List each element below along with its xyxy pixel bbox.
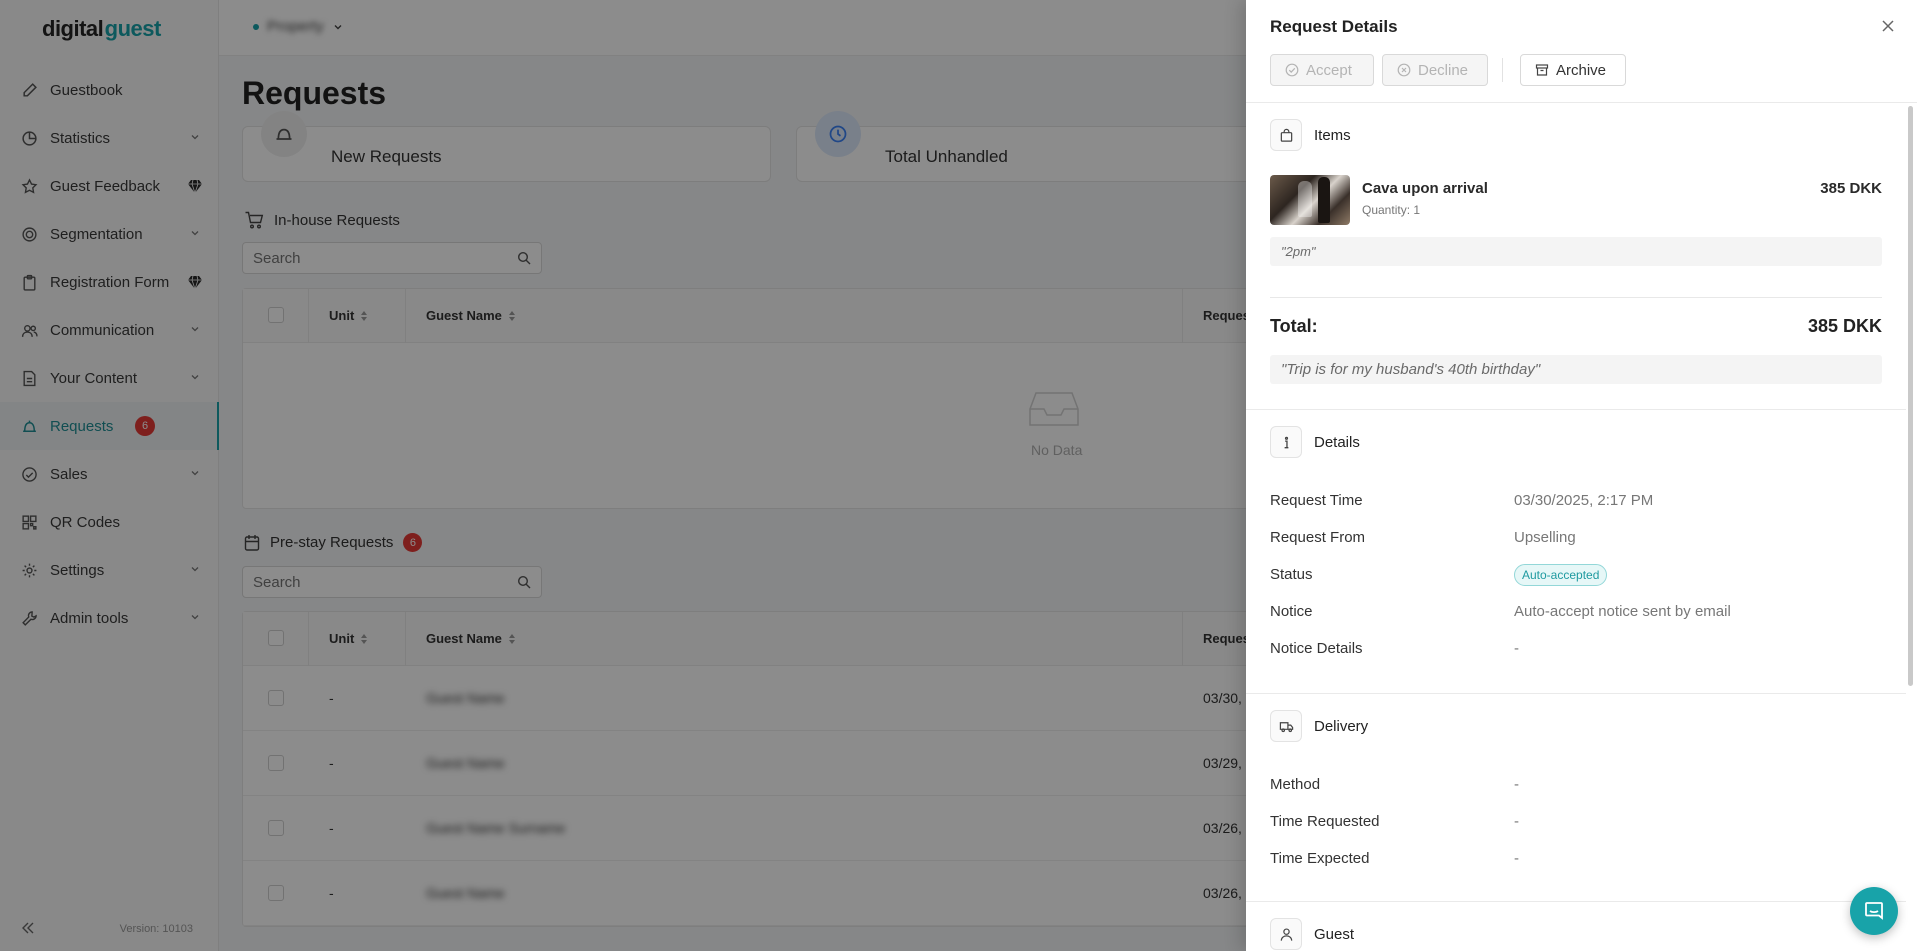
request-from-value: Upselling (1514, 529, 1576, 546)
divider (1270, 297, 1882, 298)
check-circle-icon (1285, 63, 1299, 77)
drawer-header: Request Details Accept Decline Archive (1246, 0, 1917, 103)
item-price: 385 DKK (1820, 180, 1882, 197)
guest-section-header: Guest (1270, 918, 1354, 950)
notice-label: Notice (1270, 603, 1313, 620)
user-icon (1270, 918, 1302, 950)
section-title-text: Delivery (1314, 717, 1369, 735)
status-label: Status (1270, 566, 1313, 583)
close-icon[interactable] (1880, 18, 1896, 34)
request-time-label: Request Time (1270, 492, 1363, 509)
decline-button[interactable]: Decline (1382, 54, 1488, 86)
archive-icon (1535, 64, 1549, 76)
details-section: Details Request Time 03/30/2025, 2:17 PM… (1246, 410, 1906, 694)
decline-label: Decline (1418, 61, 1469, 79)
request-from-label: Request From (1270, 529, 1366, 546)
notice-details-label: Notice Details (1270, 640, 1363, 657)
x-circle-icon (1397, 63, 1411, 77)
time-requested-label: Time Requested (1270, 813, 1380, 830)
total-label: Total: (1270, 316, 1318, 336)
notice-value: Auto-accept notice sent by email (1514, 603, 1731, 620)
status-badge: Auto-accepted (1514, 564, 1608, 586)
method-value: - (1514, 776, 1519, 793)
section-title-text: Guest (1314, 925, 1355, 943)
chat-icon (1865, 902, 1883, 920)
time-expected-value: - (1514, 850, 1519, 867)
accept-label: Accept (1306, 61, 1352, 79)
info-icon (1270, 426, 1302, 458)
total-value: 385 DKK (1807, 316, 1882, 336)
divider (1502, 58, 1503, 82)
drawer-body: Items Cava upon arrival Quantity: 1 385 … (1246, 103, 1906, 951)
item-note: "2pm" (1270, 237, 1882, 266)
archive-label: Archive (1556, 61, 1607, 79)
delivery-section-header: Delivery (1270, 710, 1368, 742)
truck-icon (1270, 710, 1302, 742)
scrollbar[interactable] (1908, 106, 1913, 686)
drawer-title: Request Details (1270, 17, 1398, 36)
notice-details-value: - (1514, 640, 1519, 657)
time-requested-value: - (1514, 813, 1519, 830)
item-quantity: Quantity: 1 (1362, 203, 1421, 217)
request-details-drawer: Request Details Accept Decline Archive I… (1246, 0, 1917, 951)
guest-section: Guest (1246, 902, 1906, 951)
request-time-value: 03/30/2025, 2:17 PM (1514, 492, 1654, 509)
chat-launcher-button[interactable] (1850, 887, 1898, 935)
item-image (1270, 175, 1350, 225)
section-title-text: Items (1314, 126, 1351, 144)
details-section-header: Details (1270, 426, 1360, 458)
order-note: "Trip is for my husband's 40th birthday" (1270, 355, 1882, 384)
item-name: Cava upon arrival (1362, 180, 1488, 197)
shopping-bag-icon (1270, 119, 1302, 151)
time-expected-label: Time Expected (1270, 850, 1370, 867)
items-section-header: Items (1270, 119, 1351, 151)
delivery-section: Delivery Method - Time Requested - Time … (1246, 694, 1906, 902)
method-label: Method (1270, 776, 1321, 793)
archive-button[interactable]: Archive (1520, 54, 1626, 86)
section-title-text: Details (1314, 433, 1360, 451)
items-section: Items Cava upon arrival Quantity: 1 385 … (1246, 103, 1906, 410)
accept-button[interactable]: Accept (1270, 54, 1374, 86)
